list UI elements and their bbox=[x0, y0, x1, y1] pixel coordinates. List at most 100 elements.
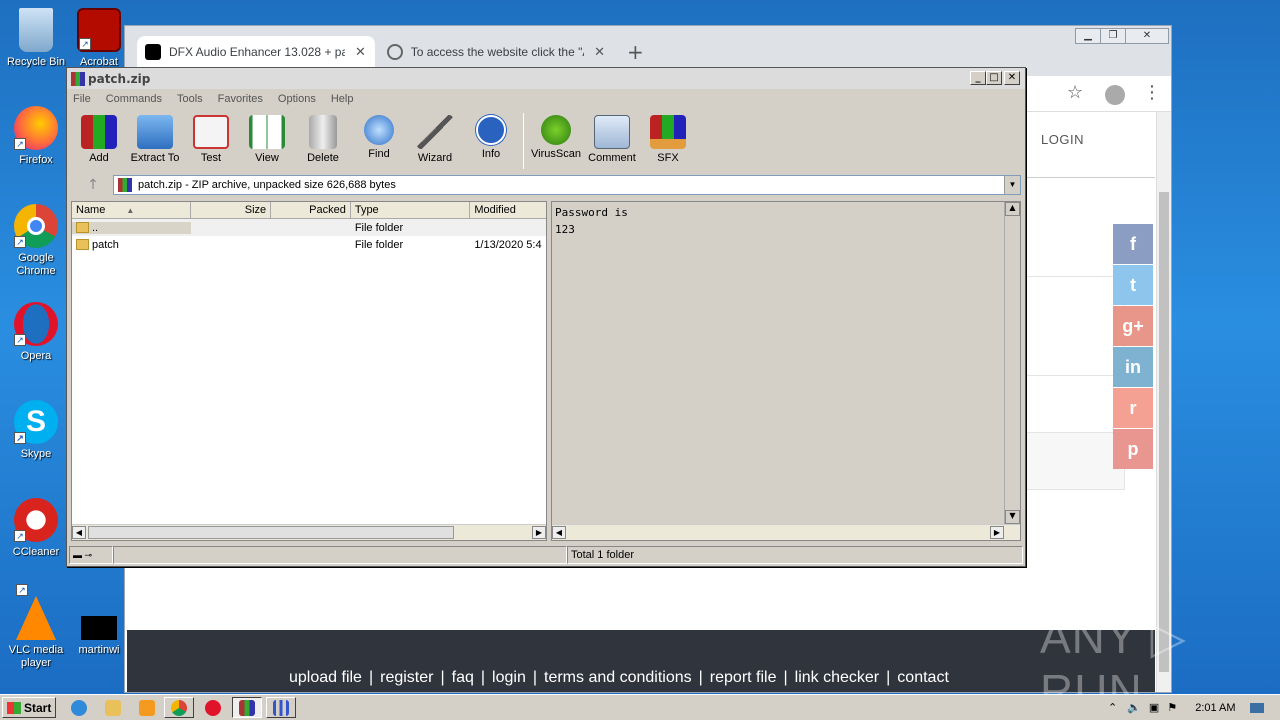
desktop-icon-ccleaner[interactable]: ↗ CCleaner bbox=[0, 498, 72, 559]
wizard-button[interactable]: Wizard bbox=[407, 111, 463, 171]
footer-link-terms[interactable]: terms and conditions bbox=[544, 669, 692, 686]
start-button[interactable]: Start bbox=[2, 697, 56, 718]
extract-to-button[interactable]: Extract To bbox=[127, 111, 183, 171]
comment-button[interactable]: Comment bbox=[584, 111, 640, 171]
view-button[interactable]: View bbox=[239, 111, 295, 171]
scroll-left-icon[interactable]: ◀ bbox=[72, 526, 86, 539]
add-button[interactable]: Add bbox=[71, 111, 127, 171]
maximize-button[interactable]: ❐ bbox=[1100, 28, 1126, 44]
browser-tab-dfx[interactable]: DFX Audio Enhancer 13.028 + patch ✕ bbox=[137, 36, 375, 68]
menu-help[interactable]: Help bbox=[331, 93, 354, 105]
taskbar-ie-button[interactable] bbox=[64, 697, 94, 718]
twitter-share-button[interactable]: t bbox=[1113, 265, 1153, 305]
browser-tab-allow[interactable]: To access the website click the "Allo ✕ bbox=[379, 36, 613, 68]
column-name[interactable]: Name ▲ bbox=[72, 202, 192, 218]
menu-icon[interactable]: ⋮ bbox=[1143, 82, 1161, 103]
footer-link-faq[interactable]: faq bbox=[452, 669, 474, 686]
google-plus-share-button[interactable]: g+ bbox=[1113, 306, 1153, 346]
profile-icon[interactable] bbox=[1105, 85, 1125, 105]
close-tab-icon[interactable]: ✕ bbox=[594, 44, 605, 60]
page-scrollbar[interactable] bbox=[1156, 112, 1171, 692]
desktop-icon-vlc[interactable]: ↗ VLC media player bbox=[0, 584, 72, 670]
pinterest-share-button[interactable]: p bbox=[1113, 429, 1153, 469]
path-dropdown[interactable]: patch.zip - ZIP archive, unpacked size 6… bbox=[113, 175, 1021, 195]
menu-favorites[interactable]: Favorites bbox=[218, 93, 263, 105]
chevron-down-icon[interactable]: ▼ bbox=[1004, 176, 1020, 194]
vertical-scrollbar[interactable]: ▲ ▼ bbox=[1004, 202, 1020, 524]
maximize-button[interactable]: □ bbox=[986, 71, 1002, 85]
menu-options[interactable]: Options bbox=[278, 93, 316, 105]
scroll-right-icon[interactable]: ▶ bbox=[532, 526, 546, 539]
desktop-icon-opera[interactable]: ↗ Opera bbox=[0, 302, 72, 363]
network-icon[interactable]: ▣ bbox=[1149, 701, 1159, 714]
bug-icon bbox=[541, 115, 571, 145]
up-arrow-icon[interactable]: ↑ bbox=[73, 177, 113, 193]
scroll-right-icon[interactable]: ▶ bbox=[990, 526, 1004, 539]
clipboard-check-icon bbox=[193, 115, 229, 149]
login-link[interactable]: LOGIN bbox=[1041, 132, 1084, 147]
desktop-icon-recycle-bin[interactable]: Recycle Bin bbox=[0, 8, 72, 69]
comment-line: Password is bbox=[555, 206, 628, 219]
taskbar-opera-button[interactable] bbox=[198, 697, 228, 718]
horizontal-scrollbar[interactable]: ◀ ▶ bbox=[72, 524, 546, 540]
clock[interactable]: 2:01 AM bbox=[1195, 702, 1235, 714]
path-bar: ↑ patch.zip - ZIP archive, unpacked size… bbox=[73, 174, 1021, 196]
close-button[interactable]: ✕ bbox=[1125, 28, 1169, 44]
desktop-icon-google-chrome[interactable]: ↗ Google Chrome bbox=[0, 204, 72, 278]
new-tab-button[interactable]: + bbox=[627, 40, 644, 64]
menu-tools[interactable]: Tools bbox=[177, 93, 203, 105]
taskbar-media-button[interactable] bbox=[132, 697, 162, 718]
delete-button[interactable]: Delete bbox=[295, 111, 351, 171]
column-size[interactable]: Size bbox=[191, 202, 272, 218]
star-icon[interactable]: ☆ bbox=[1067, 82, 1083, 103]
window-title: patch.zip bbox=[88, 71, 151, 86]
column-type[interactable]: Type bbox=[351, 202, 471, 218]
linkedin-share-button[interactable]: in bbox=[1113, 347, 1153, 387]
scroll-left-icon[interactable]: ◀ bbox=[552, 526, 566, 539]
taskbar-winrar-button[interactable] bbox=[232, 697, 262, 718]
desktop-icon-martinwi[interactable]: martinwi bbox=[74, 616, 124, 657]
reddit-share-button[interactable]: r bbox=[1113, 388, 1153, 428]
close-button[interactable]: ✕ bbox=[1004, 71, 1020, 85]
footer-link-register[interactable]: register bbox=[380, 669, 433, 686]
column-packed[interactable]: Packed bbox=[271, 202, 351, 218]
find-button[interactable]: Find bbox=[351, 111, 407, 171]
table-row[interactable]: .. File folder bbox=[72, 219, 546, 236]
minimize-button[interactable]: _ bbox=[970, 71, 986, 85]
minimize-button[interactable]: ▁ bbox=[1075, 28, 1101, 44]
desktop-icon-skype[interactable]: S ↗ Skype bbox=[0, 400, 72, 461]
scroll-up-icon[interactable]: ▲ bbox=[1005, 202, 1020, 216]
desktop-icon-firefox[interactable]: ↗ Firefox bbox=[0, 106, 72, 167]
footer-link-contact[interactable]: contact bbox=[897, 669, 949, 686]
volume-icon[interactable]: 🔈 bbox=[1127, 701, 1141, 714]
tray-expand-icon[interactable]: ⌃ bbox=[1108, 701, 1117, 714]
menu-file[interactable]: File bbox=[73, 93, 91, 105]
show-desktop-icon[interactable] bbox=[1249, 702, 1264, 713]
scroll-down-icon[interactable]: ▼ bbox=[1005, 510, 1020, 524]
footer-link-checker[interactable]: link checker bbox=[795, 669, 879, 686]
table-row[interactable]: patch File folder 1/13/2020 5:4 bbox=[72, 236, 546, 253]
firefox-icon: ↗ bbox=[14, 106, 58, 150]
sfx-button[interactable]: SFX bbox=[640, 111, 696, 171]
horizontal-scrollbar[interactable]: ◀ ▶ bbox=[552, 524, 1020, 540]
menu-commands[interactable]: Commands bbox=[106, 93, 162, 105]
taskbar-explorer-button[interactable] bbox=[98, 697, 128, 718]
winrar-titlebar[interactable]: patch.zip bbox=[67, 68, 1025, 89]
facebook-share-button[interactable]: f bbox=[1113, 224, 1153, 264]
footer-link-login[interactable]: login bbox=[492, 669, 526, 686]
desktop-icon-acrobat[interactable]: ↗ Acrobat bbox=[74, 8, 124, 69]
winrar-window: patch.zip _ □ ✕ File Commands Tools Favo… bbox=[66, 67, 1026, 567]
column-modified[interactable]: Modified bbox=[470, 202, 546, 218]
test-button[interactable]: Test bbox=[183, 111, 239, 171]
close-tab-icon[interactable]: ✕ bbox=[355, 44, 366, 60]
flag-icon[interactable]: ⚑ bbox=[1167, 701, 1177, 714]
taskbar-app-button[interactable] bbox=[266, 697, 296, 718]
drive-icon[interactable]: ▬ ⊸ bbox=[69, 546, 113, 564]
virusscan-button[interactable]: VirusScan bbox=[528, 111, 584, 171]
footer-link-report[interactable]: report file bbox=[710, 669, 777, 686]
sfx-icon bbox=[650, 115, 686, 149]
info-button[interactable]: Info bbox=[463, 111, 519, 171]
footer-links: upload file | register | faq | login | terms and… bbox=[289, 669, 949, 686]
footer-link-upload[interactable]: upload file bbox=[289, 669, 362, 686]
taskbar-chrome-button[interactable] bbox=[164, 697, 194, 718]
